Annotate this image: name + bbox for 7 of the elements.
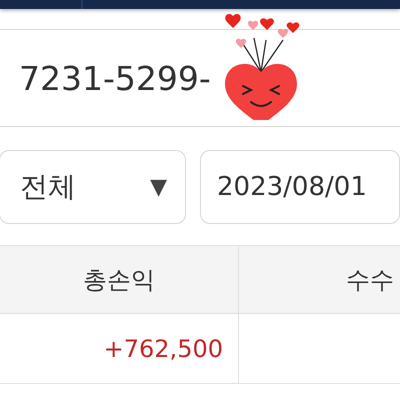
table-cell: +762,500 xyxy=(0,314,239,383)
column-header: 수수 xyxy=(345,264,395,296)
dropdown-arrow-icon: ▼ xyxy=(150,174,167,200)
date-field[interactable]: 2023/08/01 xyxy=(200,150,400,224)
dropdown-value: 전체 xyxy=(20,169,76,205)
period-dropdown[interactable]: 전체 ▼ xyxy=(0,150,186,224)
column-header: 총손익 xyxy=(0,246,239,313)
